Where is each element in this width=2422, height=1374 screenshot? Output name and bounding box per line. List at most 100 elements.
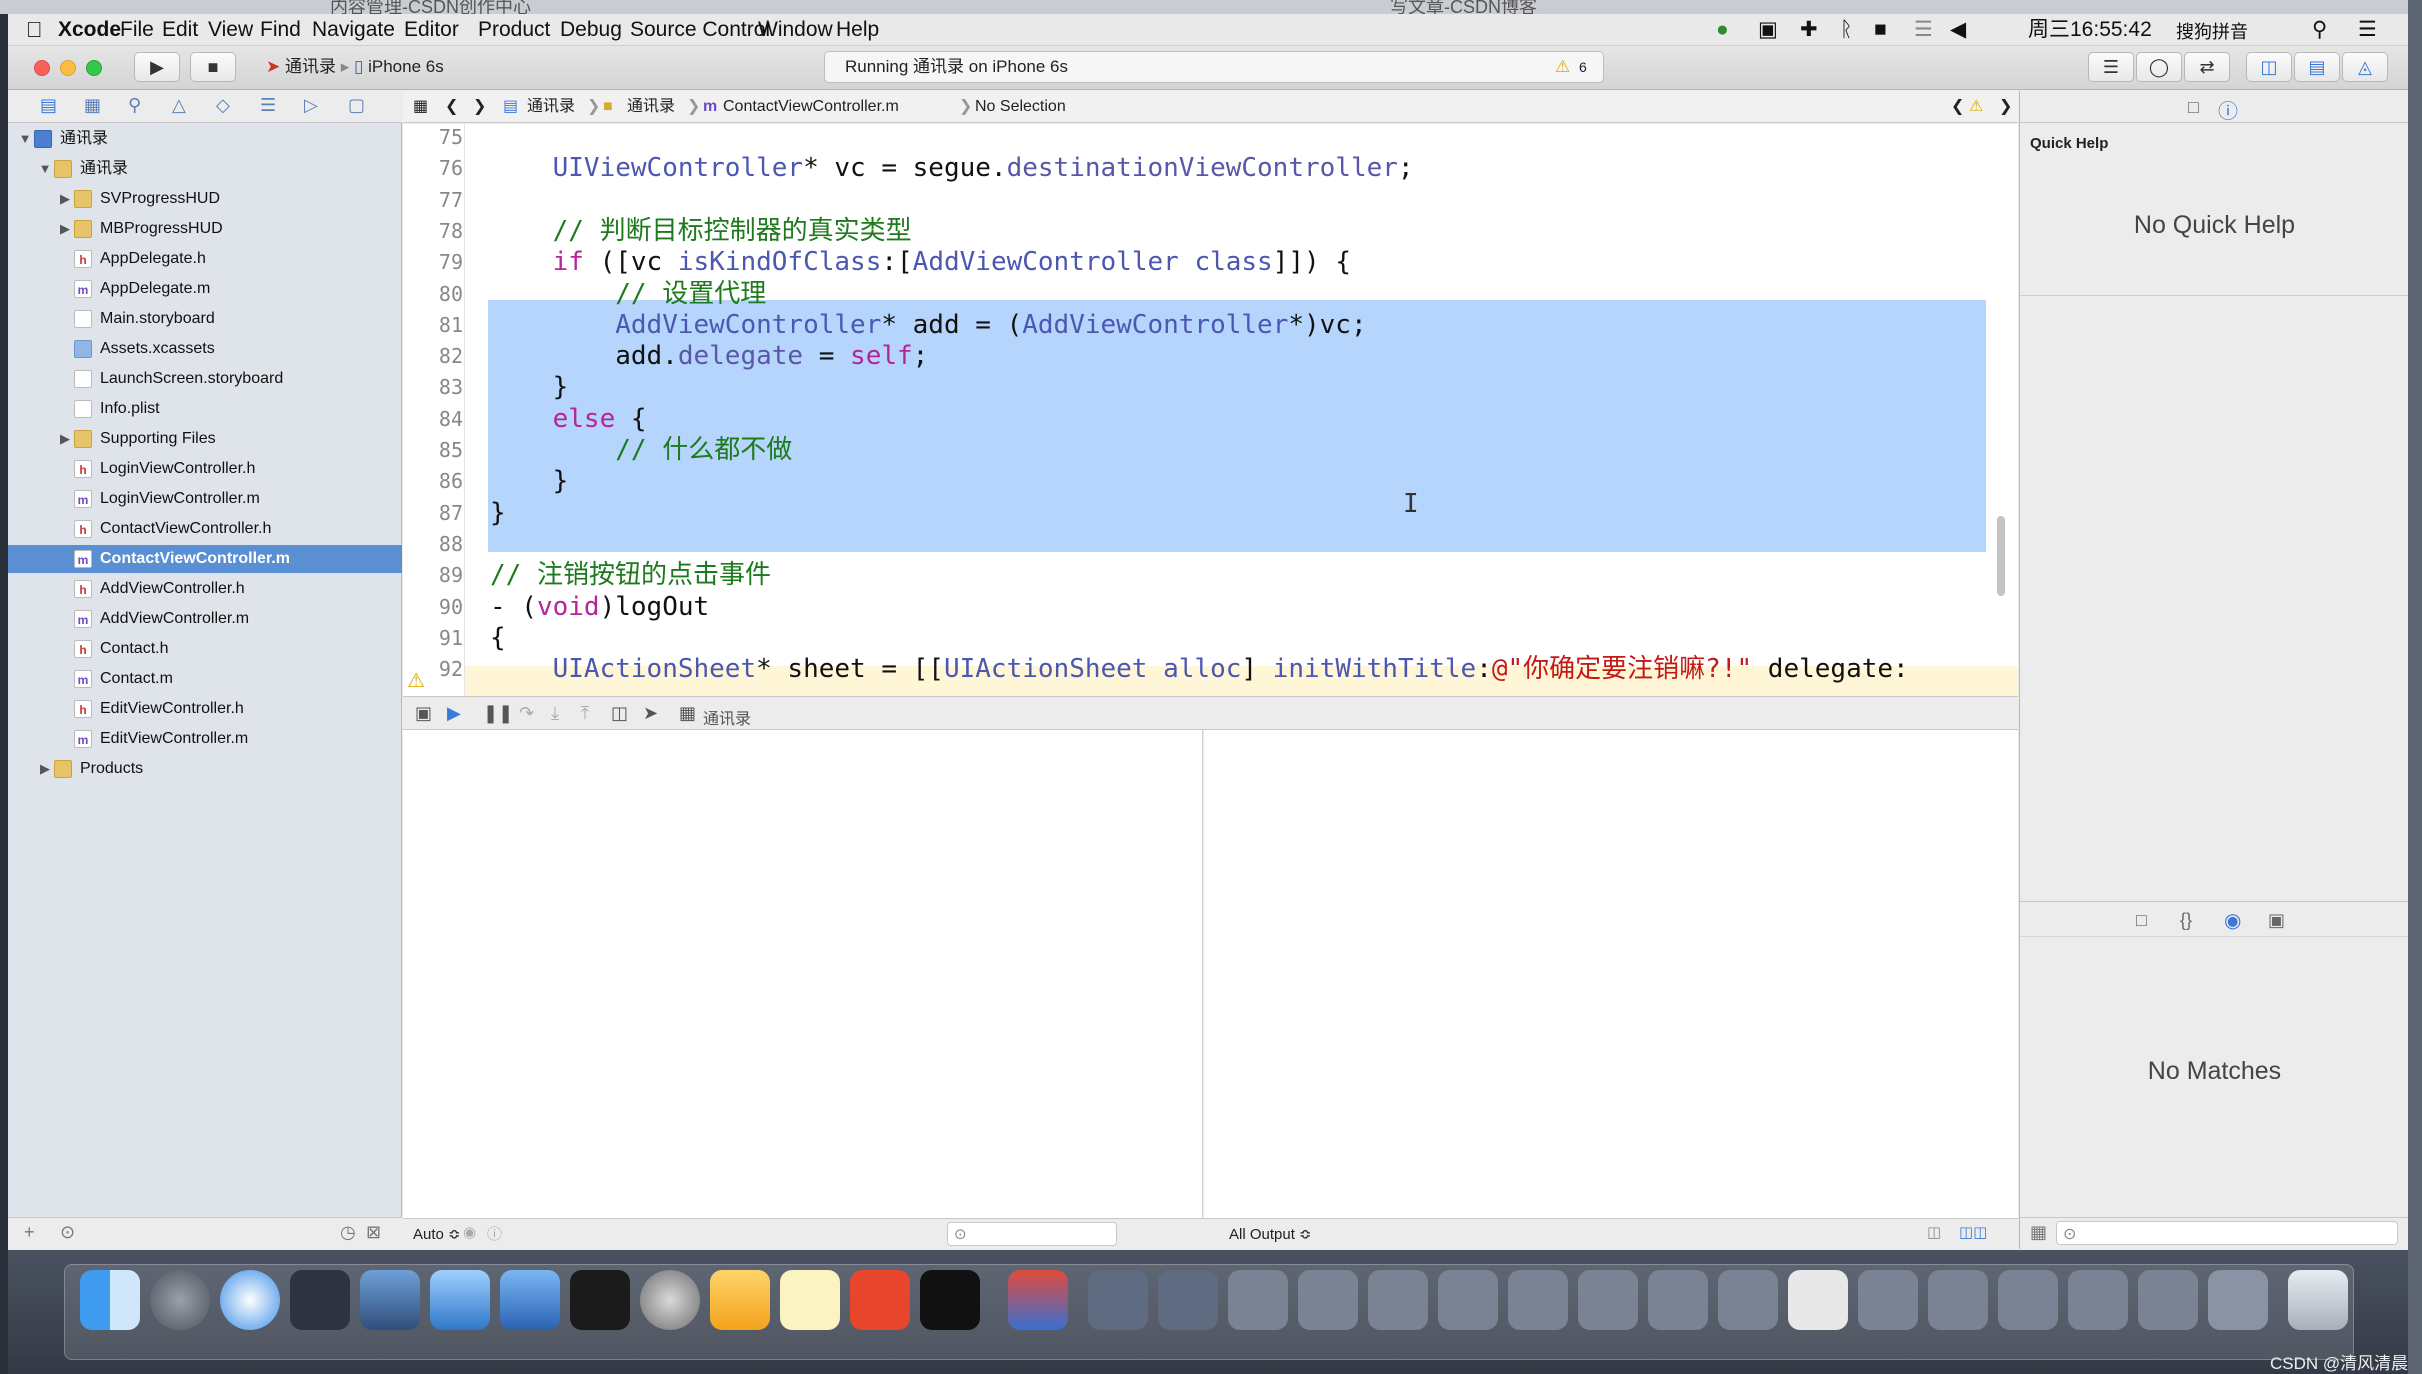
version-editor-button[interactable]: ⇄ — [2184, 52, 2230, 82]
presentation-app-icon[interactable] — [850, 1270, 910, 1330]
menu-navigate[interactable]: Navigate — [312, 18, 395, 42]
system-preferences-icon[interactable] — [640, 1270, 700, 1330]
ime-indicator[interactable]: 搜狗拼音 — [2176, 20, 2248, 44]
navigator-row[interactable]: m Contact.m — [8, 665, 402, 693]
menu-find[interactable]: Find — [260, 18, 301, 42]
toggle-debug-area-button[interactable]: ▤ — [2294, 52, 2340, 82]
navigator-row[interactable]: m AddViewController.m — [8, 605, 402, 633]
minimized-window-3[interactable] — [1228, 1270, 1288, 1330]
menu-source-control[interactable]: Source Control — [630, 18, 770, 42]
step-out-icon[interactable]: ⤒ — [581, 703, 589, 724]
navigator-row[interactable]: h AddViewController.h — [8, 575, 402, 603]
bluetooth-icon[interactable]: ᚱ — [1840, 18, 1853, 42]
debug-tab-icon[interactable]: ☰ — [260, 95, 276, 116]
navigator-row[interactable]: m AppDelegate.m — [8, 275, 402, 303]
file-template-icon[interactable]: □ — [2136, 910, 2147, 931]
breadcrumb-project[interactable]: 通讯录 — [527, 97, 575, 117]
navigator-row[interactable]: ▶ SVProgressHUD — [8, 185, 402, 213]
status-green-icon[interactable]: ● — [1716, 18, 1729, 42]
output-filter-popup[interactable]: All Output ≎ — [1229, 1225, 1312, 1243]
close-window-button[interactable] — [34, 60, 50, 76]
minimize-window-button[interactable] — [60, 60, 76, 76]
breadcrumb-file[interactable]: ContactViewController.m — [723, 97, 899, 117]
debug-target[interactable]: 通讯录 — [703, 705, 751, 729]
video-icon[interactable]: ▣ — [1758, 18, 1778, 42]
library-filter-input[interactable]: ⊙ — [2056, 1221, 2398, 1245]
menu-app-name[interactable]: Xcode — [58, 18, 121, 42]
code-line[interactable]: add.delegate = self; — [490, 341, 928, 372]
file-inspector-icon[interactable]: □ — [2188, 97, 2199, 118]
notes-icon[interactable] — [780, 1270, 840, 1330]
code-line[interactable]: // 判断目标控制器的真实类型 — [490, 216, 912, 247]
plus-icon[interactable]: ✚ — [1800, 18, 1818, 42]
toggle-inspector-button[interactable]: ◬ — [2342, 52, 2388, 82]
toggle-navigator-button[interactable]: ◫ — [2246, 52, 2292, 82]
report-tab-icon[interactable]: ▢ — [348, 95, 365, 116]
breadcrumb-group[interactable]: 通讯录 — [627, 97, 675, 117]
navigator-row[interactable]: ▼ 通讯录 — [8, 155, 402, 183]
wifi-icon[interactable]: ☰ — [1914, 18, 1933, 42]
navigator-row[interactable]: h EditViewController.h — [8, 695, 402, 723]
navigator-row[interactable]: h Contact.h — [8, 635, 402, 663]
minimized-window-15[interactable] — [2068, 1270, 2128, 1330]
volume-icon[interactable]: ◀ — [1950, 18, 1966, 42]
info-icon[interactable]: ⓘ — [487, 1223, 502, 1244]
navigator-row[interactable]: LaunchScreen.storyboard — [8, 365, 402, 393]
find-tab-icon[interactable]: ⚲ — [128, 95, 141, 116]
location-icon[interactable]: ➤ — [643, 703, 658, 724]
forward-button[interactable]: ❯ — [473, 97, 486, 117]
navigator-row[interactable]: m EditViewController.m — [8, 725, 402, 753]
auto-scope-popup[interactable]: Auto ≎ — [413, 1225, 461, 1243]
prev-issue-button[interactable]: ❮ — [1951, 97, 1964, 117]
zoom-window-button[interactable] — [86, 60, 102, 76]
trash-icon[interactable]: ◫ — [1927, 1223, 1941, 1241]
menu-debug[interactable]: Debug — [560, 18, 622, 42]
line-number-gutter[interactable]: 75 76 77 78 79 80 81 82 83 84 85 86 87 88 89 90 91 92 — [403, 124, 465, 696]
minimized-window-11[interactable] — [1788, 1270, 1848, 1330]
filter-icon[interactable]: ⊙ — [60, 1222, 75, 1243]
scm-filter-icon[interactable]: ⊠ — [366, 1222, 381, 1243]
code-line[interactable]: UIViewController* vc = segue.destination… — [490, 153, 1414, 184]
recent-icon[interactable]: ◷ — [340, 1222, 356, 1243]
add-icon[interactable]: + — [24, 1222, 35, 1243]
navigator-row[interactable]: Main.storyboard — [8, 305, 402, 333]
safari-icon[interactable] — [220, 1270, 280, 1330]
breakpoints-toggle-icon[interactable]: ▶ — [447, 703, 461, 724]
code-line[interactable]: { — [490, 623, 506, 654]
code-line[interactable]: UIActionSheet* sheet = [[UIActionSheet a… — [490, 654, 1909, 685]
finder-icon[interactable] — [80, 1270, 140, 1330]
quicktime-icon[interactable] — [1008, 1270, 1068, 1330]
menu-editor[interactable]: Editor — [404, 18, 459, 42]
minimized-window-7[interactable] — [1508, 1270, 1568, 1330]
navigator-row[interactable]: ▶ Supporting Files — [8, 425, 402, 453]
source-editor[interactable]: 75 76 77 78 79 80 81 82 83 84 85 86 87 88 89 90 91 92 UIV… — [403, 124, 2018, 696]
code-line[interactable]: else { — [490, 404, 647, 435]
related-items-icon[interactable]: ▦ — [413, 97, 428, 117]
code-line[interactable]: // 注销按钮的点击事件 — [490, 560, 771, 591]
trash-icon[interactable] — [2288, 1270, 2348, 1330]
menu-edit[interactable]: Edit — [162, 18, 198, 42]
quick-help-icon[interactable]: ⓘ — [2218, 95, 2238, 124]
navigator-row[interactable]: Info.plist — [8, 395, 402, 423]
step-into-icon[interactable]: ⤓ — [551, 703, 559, 724]
issues-warning-icon[interactable]: ⚠ — [1969, 97, 1983, 117]
breakpoint-tab-icon[interactable]: ▷ — [304, 95, 318, 116]
code-line[interactable]: } — [490, 498, 506, 529]
variables-view[interactable] — [403, 730, 1203, 1218]
sketch-icon[interactable] — [710, 1270, 770, 1330]
disclosure-triangle-icon[interactable]: ▶ — [38, 755, 52, 783]
instruments-icon[interactable] — [500, 1270, 560, 1330]
code-line[interactable]: if ([vc isKindOfClass:[AddViewController… — [490, 247, 1351, 278]
code-line[interactable]: } — [490, 466, 569, 497]
back-button[interactable]: ❮ — [445, 97, 458, 117]
minimized-window-9[interactable] — [1648, 1270, 1708, 1330]
symbol-tab-icon[interactable]: ▦ — [84, 95, 101, 116]
minimized-window-17[interactable] — [2208, 1270, 2268, 1330]
minimized-window-2[interactable] — [1158, 1270, 1218, 1330]
console-view[interactable] — [1204, 730, 2018, 1218]
menu-view[interactable]: View — [208, 18, 253, 42]
lock-icon[interactable]: ■ — [1874, 18, 1887, 42]
variables-filter-input[interactable]: ⊙ — [947, 1222, 1117, 1246]
notification-icon[interactable]: ☰ — [2358, 18, 2377, 42]
navigator-row[interactable]: ▶ MBProgressHUD — [8, 215, 402, 243]
